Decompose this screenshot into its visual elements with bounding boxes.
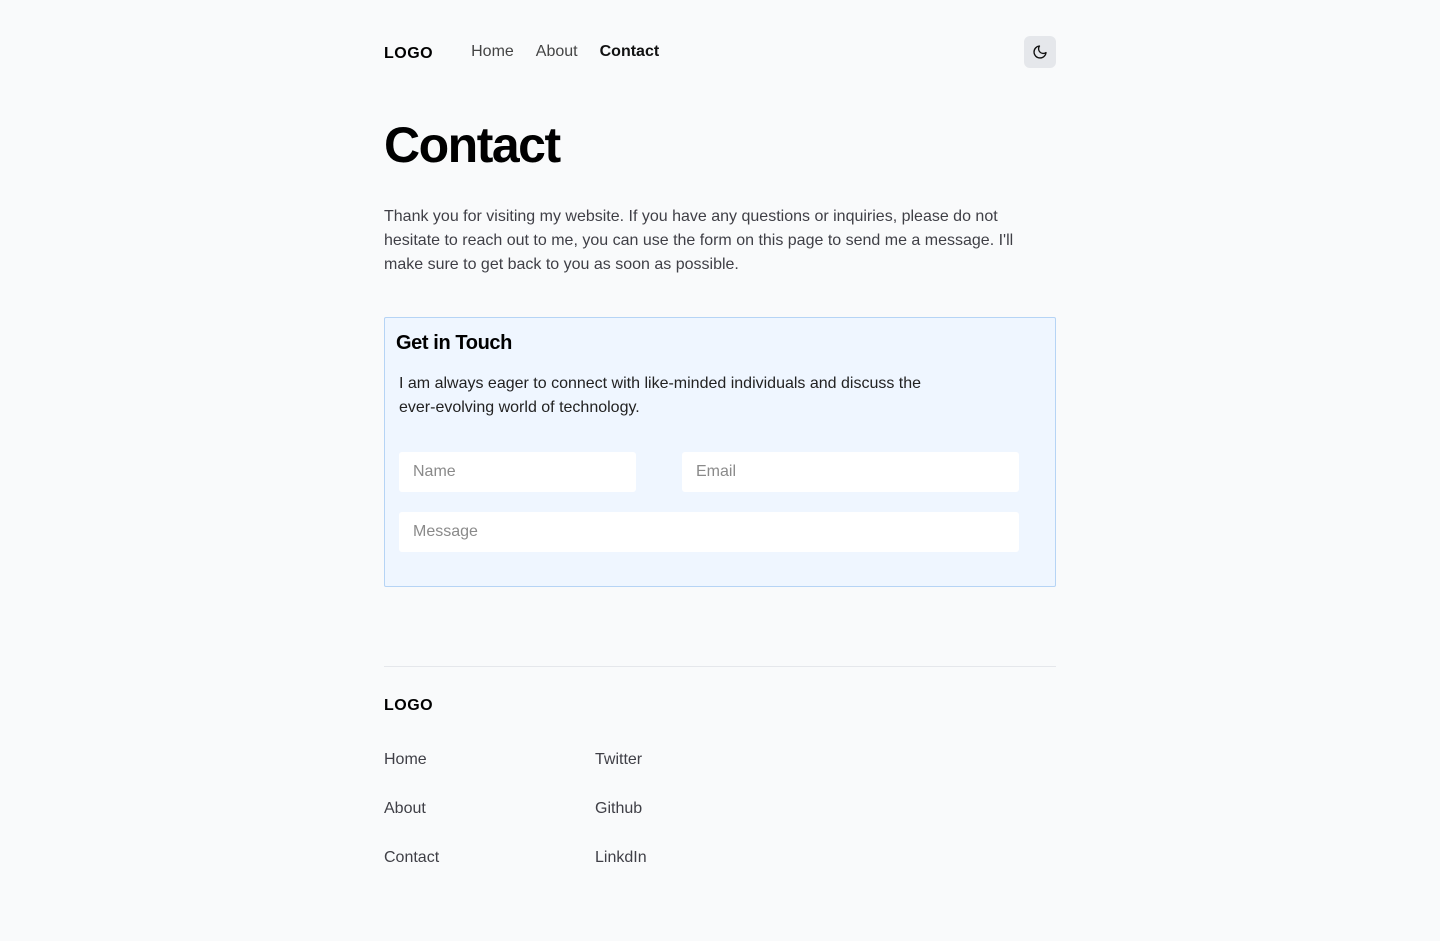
footer-linkedin-link[interactable]: LinkdIn [595,847,647,869]
theme-toggle-button[interactable] [1024,36,1056,68]
page: LOGO Home About Contact Contact Thank yo… [0,0,1440,941]
site-header: LOGO Home About Contact [384,28,1056,76]
page-title: Contact [384,117,561,173]
footer-home-link[interactable]: Home [384,749,439,771]
email-input[interactable] [682,452,1019,492]
card-description-line-2: ever-evolving world of technology. [399,399,640,416]
moon-icon [1033,45,1047,59]
footer-contact-link[interactable]: Contact [384,847,439,869]
nav-contact-link[interactable]: Contact [600,43,660,61]
footer-twitter-link[interactable]: Twitter [595,749,647,771]
footer-github-link[interactable]: Github [595,798,647,820]
nav-about-link[interactable]: About [536,43,578,61]
card-description: I am always eager to connect with like-m… [399,372,959,420]
contact-card: Get in Touch I am always eager to connec… [384,317,1056,587]
message-input[interactable] [399,512,1019,552]
footer-logo[interactable]: LOGO [384,697,1056,715]
intro-paragraph: Thank you for visiting my website. If yo… [384,208,1014,273]
card-description-line-1: I am always eager to connect with like-m… [399,375,922,392]
name-input[interactable] [399,452,636,492]
footer-divider [384,666,1056,667]
footer-pages-column: Home About Contact [384,749,439,869]
main-nav: Home About Contact [471,43,659,61]
card-title: Get in Touch [396,332,512,354]
footer-about-link[interactable]: About [384,798,439,820]
nav-home-link[interactable]: Home [471,43,514,61]
header-logo[interactable]: LOGO [384,45,433,63]
footer-social-column: Twitter Github LinkdIn [595,749,647,869]
